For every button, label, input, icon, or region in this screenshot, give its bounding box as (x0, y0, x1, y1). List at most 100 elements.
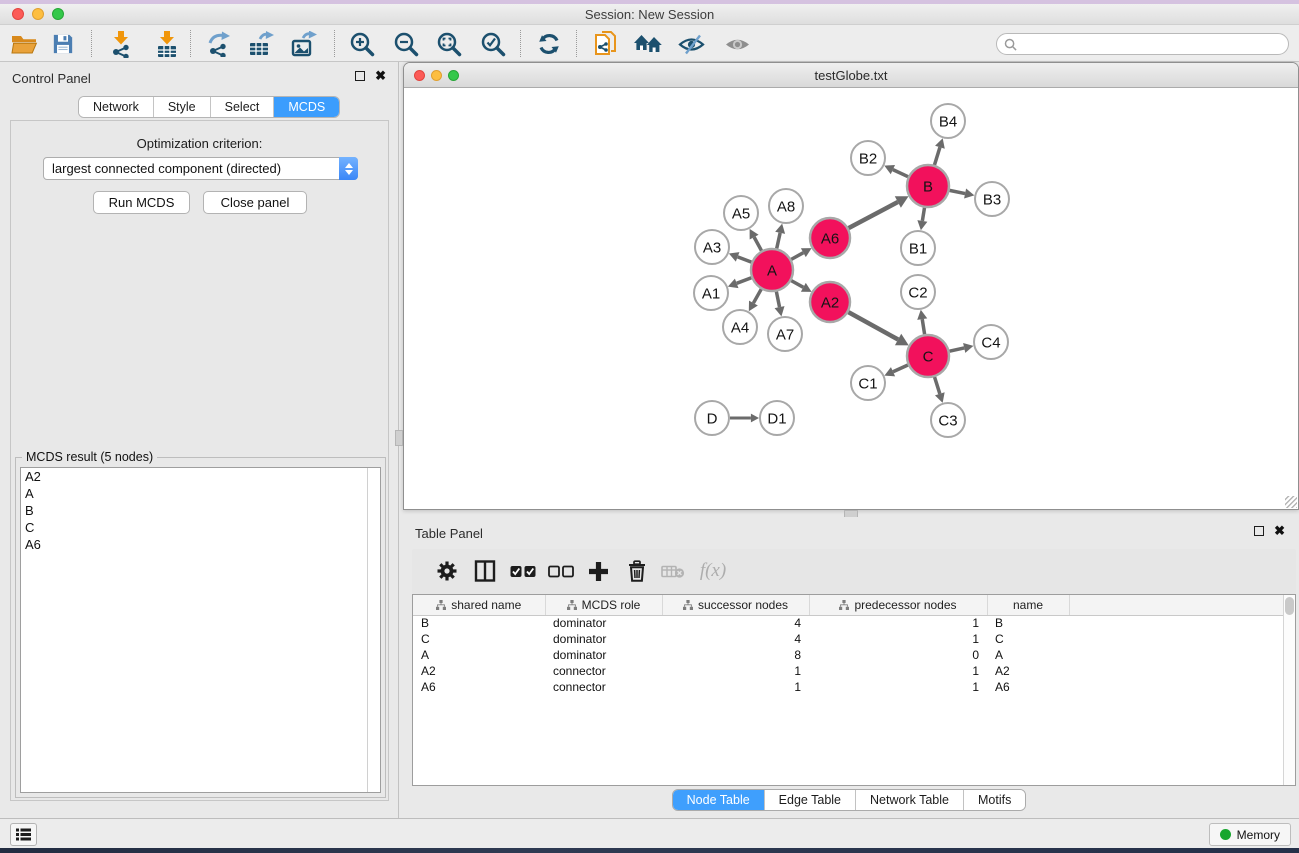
delete-column-trash-icon[interactable] (622, 556, 652, 586)
cell-successor-nodes[interactable]: 1 (662, 663, 809, 679)
network-minimize-button[interactable] (431, 70, 442, 81)
network-window-titlebar[interactable]: testGlobe.txt (404, 63, 1298, 88)
cell-MCDS-role[interactable]: connector (545, 663, 662, 679)
graph-edge-A6-B[interactable] (849, 202, 898, 228)
zoom-fit-icon[interactable] (433, 28, 465, 60)
network-zoom-button[interactable] (448, 70, 459, 81)
tab-network[interactable]: Network (79, 97, 154, 117)
minimize-window-button[interactable] (32, 8, 44, 20)
export-table-icon[interactable] (245, 28, 277, 60)
cell-predecessor-nodes[interactable]: 1 (809, 631, 987, 647)
graph-edge-B-B3[interactable] (950, 190, 966, 193)
zoom-selected-icon[interactable] (477, 28, 509, 60)
select-all-icon[interactable] (508, 556, 538, 586)
save-session-icon[interactable] (47, 28, 79, 60)
graph-edge-A-A1[interactable] (737, 278, 752, 284)
table-row[interactable]: A6connector11A6 (413, 679, 1295, 695)
table-row[interactable]: A2connector11A2 (413, 663, 1295, 679)
cell-predecessor-nodes[interactable]: 0 (809, 647, 987, 663)
mcds-result-item[interactable]: A6 (21, 536, 380, 553)
column-header-predecessor-nodes[interactable]: predecessor nodes (809, 595, 987, 615)
deselect-all-icon[interactable] (546, 556, 576, 586)
mcds-result-list[interactable]: A2ABCA6 (20, 467, 381, 793)
column-header-shared-name[interactable]: shared name (413, 595, 545, 615)
tab-motifs[interactable]: Motifs (964, 790, 1025, 810)
cell-MCDS-role[interactable]: dominator (545, 631, 662, 647)
close-table-panel-icon[interactable]: ✖ (1274, 526, 1285, 536)
close-panel-button[interactable]: Close panel (203, 191, 307, 214)
graph-edge-C-C1[interactable] (893, 365, 908, 372)
cell-successor-nodes[interactable]: 8 (662, 647, 809, 663)
splitter-handle-vertical[interactable] (395, 430, 403, 446)
graph-edge-B-B4[interactable] (934, 147, 939, 165)
graph-edge-C-C3[interactable] (935, 377, 940, 394)
apply-layout-icon[interactable] (533, 28, 565, 60)
task-history-button[interactable] (10, 823, 37, 846)
graph-edge-B-B2[interactable] (893, 170, 908, 177)
zoom-in-icon[interactable] (346, 28, 378, 60)
import-network-icon[interactable] (105, 28, 137, 60)
tab-style[interactable]: Style (154, 97, 211, 117)
tab-edge-table[interactable]: Edge Table (765, 790, 856, 810)
graph-edge-C-C4[interactable] (949, 348, 964, 351)
float-table-panel-icon[interactable] (1254, 526, 1264, 536)
graph-edge-A-A8[interactable] (777, 233, 780, 249)
mcds-result-item[interactable]: A2 (21, 468, 380, 485)
window-resize-grip[interactable] (1285, 496, 1297, 508)
column-header-successor-nodes[interactable]: successor nodes (662, 595, 809, 615)
zoom-out-icon[interactable] (390, 28, 422, 60)
run-mcds-button[interactable]: Run MCDS (93, 191, 190, 214)
close-panel-icon[interactable]: ✖ (375, 71, 386, 81)
table-row[interactable]: Adominator80A (413, 647, 1295, 663)
hide-selected-eye-slash-icon[interactable] (675, 28, 707, 60)
cell-name[interactable]: A6 (987, 679, 1069, 695)
column-header-MCDS-role[interactable]: MCDS role (545, 595, 662, 615)
cell-shared-name[interactable]: C (413, 631, 545, 647)
cell-shared-name[interactable]: A6 (413, 679, 545, 695)
export-image-icon[interactable] (288, 28, 320, 60)
tab-network-table[interactable]: Network Table (856, 790, 964, 810)
graph-edge-A-A7[interactable] (776, 292, 779, 308)
show-all-houses-icon[interactable] (632, 28, 664, 60)
export-network-icon[interactable] (203, 28, 235, 60)
network-graph[interactable]: B4B2BB3A5A8A6B1A3AC2A1A2A4A7C4CC1C3DD1 (404, 89, 1298, 509)
graph-edge-B-B1[interactable] (922, 208, 924, 221)
cell-shared-name[interactable]: A2 (413, 663, 545, 679)
table-row[interactable]: Cdominator41C (413, 631, 1295, 647)
mcds-list-scrollbar[interactable] (367, 468, 380, 792)
tab-node-table[interactable]: Node Table (673, 790, 765, 810)
graph-edge-A-A6[interactable] (791, 253, 803, 260)
tab-select[interactable]: Select (211, 97, 275, 117)
cell-shared-name[interactable]: A (413, 647, 545, 663)
column-header-name[interactable]: name (987, 595, 1069, 615)
graph-edge-C-C2[interactable] (922, 319, 924, 334)
cell-successor-nodes[interactable]: 1 (662, 679, 809, 695)
cell-predecessor-nodes[interactable]: 1 (809, 663, 987, 679)
graph-edge-A-A5[interactable] (754, 237, 761, 251)
show-columns-icon[interactable] (470, 556, 500, 586)
cell-predecessor-nodes[interactable]: 1 (809, 679, 987, 695)
eye-icon[interactable] (721, 28, 753, 60)
table-row[interactable]: Bdominator41B (413, 615, 1295, 631)
table-scrollbar[interactable] (1283, 595, 1295, 785)
graph-edge-A2-C[interactable] (848, 312, 898, 339)
table-scrollbar-thumb[interactable] (1285, 597, 1294, 615)
cell-successor-nodes[interactable]: 4 (662, 631, 809, 647)
mcds-result-item[interactable]: B (21, 502, 380, 519)
cell-name[interactable]: A (987, 647, 1069, 663)
network-canvas[interactable]: B4B2BB3A5A8A6B1A3AC2A1A2A4A7C4CC1C3DD1 (404, 89, 1298, 509)
network-snapshot-icon[interactable] (590, 28, 622, 60)
graph-edge-A-A3[interactable] (738, 257, 752, 262)
cell-successor-nodes[interactable]: 4 (662, 615, 809, 631)
criterion-select[interactable]: largest connected component (directed) (43, 157, 358, 180)
memory-button[interactable]: Memory (1209, 823, 1291, 846)
graph-edge-A-A2[interactable] (791, 281, 803, 288)
cell-predecessor-nodes[interactable]: 1 (809, 615, 987, 631)
network-close-button[interactable] (414, 70, 425, 81)
open-session-icon[interactable] (8, 28, 40, 60)
mcds-result-item[interactable]: C (21, 519, 380, 536)
graph-edge-A-A4[interactable] (753, 289, 761, 303)
column-settings-gear-icon[interactable] (432, 556, 462, 586)
add-column-plus-icon[interactable] (583, 556, 613, 586)
import-table-icon[interactable] (151, 28, 183, 60)
